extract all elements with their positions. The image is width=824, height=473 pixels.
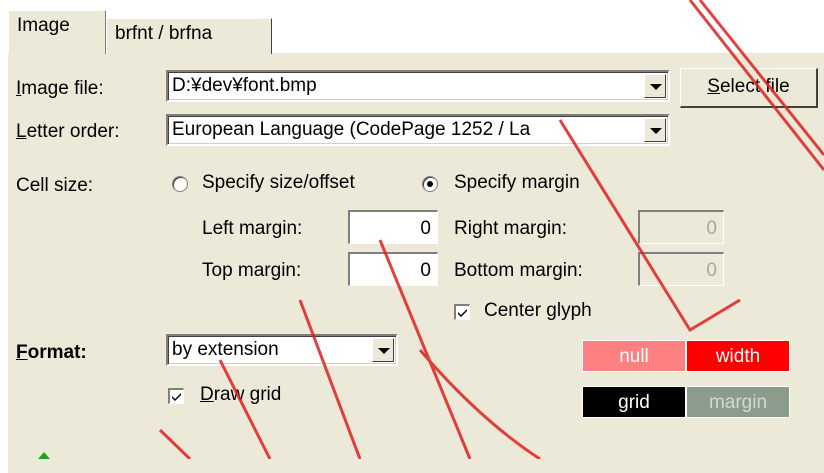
check-icon xyxy=(458,309,467,317)
image-file-label: Image file: xyxy=(16,78,104,99)
draw-grid-label: Draw grid xyxy=(200,384,282,405)
letter-order-label: Letter order: xyxy=(16,121,120,142)
image-file-dropdown-button[interactable] xyxy=(644,74,666,98)
bottom-margin-label: Bottom margin: xyxy=(454,260,583,281)
draw-grid-checkbox[interactable] xyxy=(168,388,184,404)
center-glyph-label: Center glyph xyxy=(484,300,592,321)
format-label: Format: xyxy=(16,342,87,363)
format-combo[interactable]: by extension xyxy=(166,334,398,366)
chevron-down-icon xyxy=(650,84,662,90)
image-file-value: D:¥dev¥font.bmp xyxy=(172,75,317,96)
letter-order-value: European Language (CodePage 1252 / La xyxy=(172,119,531,140)
image-file-combo[interactable]: D:¥dev¥font.bmp xyxy=(166,70,670,102)
green-arrow-icon xyxy=(38,452,50,459)
swatch-grid[interactable]: grid xyxy=(582,386,686,418)
chevron-down-icon xyxy=(378,348,390,354)
format-dropdown-button[interactable] xyxy=(372,338,394,362)
radio-specify-margin[interactable] xyxy=(422,176,438,192)
tab-image[interactable]: Image xyxy=(8,10,106,54)
bottom-margin-input[interactable]: 0 xyxy=(638,252,724,286)
right-margin-input[interactable]: 0 xyxy=(638,210,724,244)
radio-specify-size-offset[interactable] xyxy=(172,176,188,192)
center-glyph-checkbox[interactable] xyxy=(454,304,470,320)
select-file-button[interactable]: Select file xyxy=(680,68,818,108)
check-icon xyxy=(172,393,181,401)
radio-dot-icon xyxy=(427,181,433,187)
swatch-margin[interactable]: margin xyxy=(686,386,790,418)
specify-margin-label: Specify margin xyxy=(454,172,580,193)
chevron-down-icon xyxy=(650,128,662,134)
cell-size-label: Cell size: xyxy=(16,175,94,196)
tab-image-label: Image xyxy=(17,15,70,36)
letter-order-combo[interactable]: European Language (CodePage 1252 / La xyxy=(166,114,670,146)
specify-size-offset-label: Specify size/offset xyxy=(202,172,355,193)
format-value: by extension xyxy=(172,339,279,360)
left-margin-input[interactable]: 0 xyxy=(348,210,438,244)
letter-order-dropdown-button[interactable] xyxy=(644,118,666,142)
tab-brfnt-label: brfnt / brfna xyxy=(115,23,213,44)
right-margin-label: Right margin: xyxy=(454,218,567,239)
top-margin-input[interactable]: 0 xyxy=(348,252,438,286)
top-margin-label: Top margin: xyxy=(202,260,302,281)
tab-brfnt[interactable]: brfnt / brfna xyxy=(106,18,272,54)
left-margin-label: Left margin: xyxy=(202,218,303,239)
swatch-null[interactable]: null xyxy=(582,340,686,372)
swatch-width[interactable]: width xyxy=(686,340,790,372)
